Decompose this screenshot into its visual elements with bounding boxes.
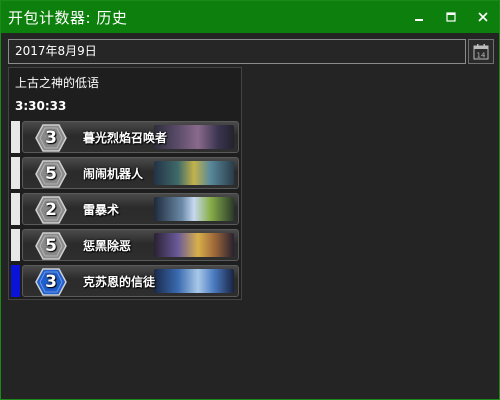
rarity-stripe — [11, 121, 20, 153]
title-bar[interactable]: 开包计数器: 历史 — [1, 1, 499, 33]
card-frame: 3 克苏恩的信徒 — [22, 265, 239, 297]
card-row[interactable]: 2 雷暴术 — [11, 193, 240, 225]
card-frame: 3 暮光烈焰召唤者 — [22, 121, 239, 153]
card-cost: 3 — [45, 272, 57, 292]
card-art-image — [154, 269, 234, 293]
rarity-stripe — [11, 229, 20, 261]
card-name: 暮光烈焰召唤者 — [83, 131, 168, 145]
card-name: 克苏恩的信徒 — [83, 275, 156, 289]
rarity-stripe — [11, 265, 20, 297]
minimize-icon — [415, 19, 423, 21]
card-row[interactable]: 3 暮光烈焰召唤者 — [11, 121, 240, 153]
card-row[interactable]: 5 闹闹机器人 — [11, 157, 240, 189]
card-frame: 2 雷暴术 — [22, 193, 239, 225]
date-input[interactable]: 2017年8月9日 — [8, 39, 466, 64]
card-cost: 3 — [45, 128, 57, 148]
card-frame: 5 闹闹机器人 — [22, 157, 239, 189]
card-row[interactable]: 5 惩黑除恶 — [11, 229, 240, 261]
close-button[interactable] — [467, 1, 499, 33]
card-cost: 5 — [45, 164, 57, 184]
card-art-image — [154, 233, 234, 257]
maximize-icon — [446, 12, 456, 22]
calendar-button[interactable]: 14 — [468, 39, 494, 64]
maximize-button[interactable] — [435, 1, 467, 33]
card-row[interactable]: 3 克苏恩的信徒 — [11, 265, 240, 297]
window-controls — [403, 1, 499, 33]
pack-time: 3:30:33 — [15, 99, 67, 113]
rarity-stripe — [11, 193, 20, 225]
card-cost: 5 — [45, 236, 57, 256]
card-name: 闹闹机器人 — [83, 167, 144, 181]
calendar-day-label: 14 — [477, 51, 486, 59]
card-name: 雷暴术 — [83, 203, 120, 217]
card-frame: 5 惩黑除恶 — [22, 229, 239, 261]
minimize-button[interactable] — [403, 1, 435, 33]
card-name: 惩黑除恶 — [83, 239, 132, 253]
pack-name: 上古之神的低语 — [15, 76, 100, 90]
calendar-icon: 14 — [473, 43, 489, 59]
app-window: 开包计数器: 历史 2017年8月9日 14 上古之神的低语 3:30:33 3… — [0, 0, 500, 400]
rarity-stripe — [11, 157, 20, 189]
card-art-image — [154, 161, 234, 185]
card-cost: 2 — [45, 200, 57, 220]
card-art-image — [154, 197, 234, 221]
window-title: 开包计数器: 历史 — [8, 8, 128, 27]
close-icon — [478, 12, 488, 22]
pack-history-panel: 上古之神的低语 3:30:33 3 暮光烈焰召唤者 5 闹闹机器人 2 雷暴术 5 惩黑除恶 3… — [8, 67, 242, 300]
